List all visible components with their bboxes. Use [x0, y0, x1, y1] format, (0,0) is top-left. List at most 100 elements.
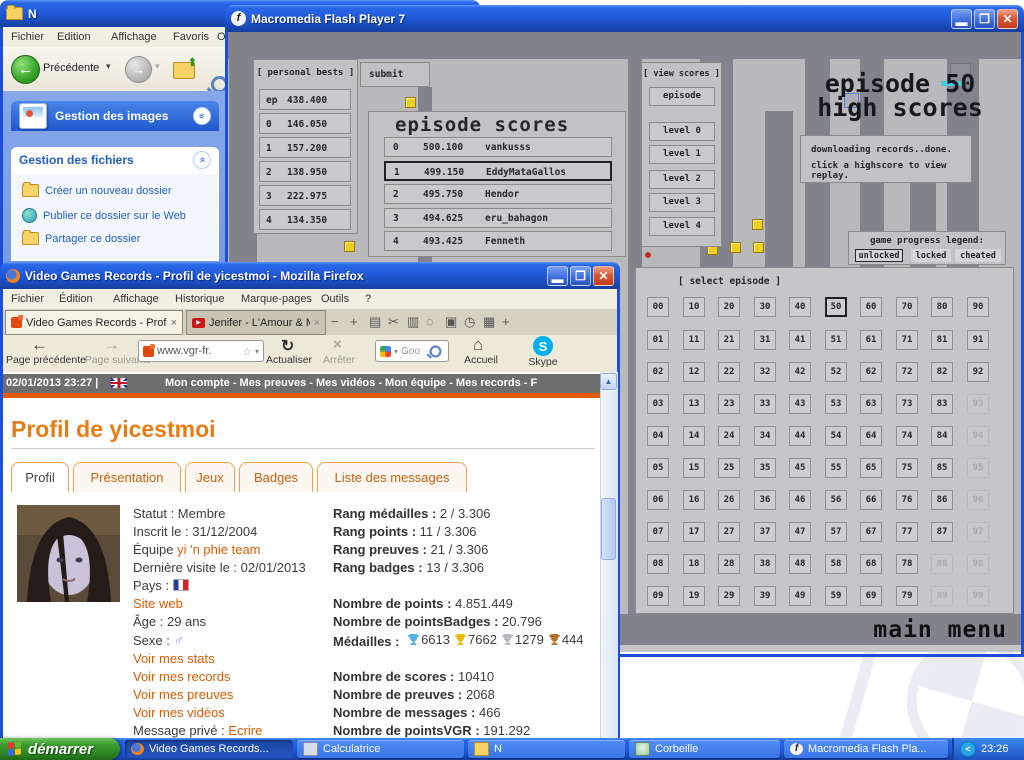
view-scores-episode[interactable]: episode [649, 87, 715, 106]
episode-cell-20[interactable]: 20 [718, 297, 740, 317]
url-bar[interactable]: www.vgr-fr. ☆ ▾ [138, 340, 264, 362]
forward-dropdown-icon[interactable]: ▾ [155, 61, 160, 72]
episode-cell-27[interactable]: 27 [718, 522, 740, 542]
episode-cell-83[interactable]: 83 [931, 394, 953, 414]
scrollbar-track[interactable] [600, 372, 618, 757]
link-ecrire[interactable]: Ecrire [228, 723, 262, 738]
tray-icon[interactable]: < [960, 741, 976, 757]
menu-marquepages[interactable]: Marque-pages [241, 293, 312, 305]
menu-historique[interactable]: Historique [175, 293, 225, 305]
episode-cell-46[interactable]: 46 [789, 490, 811, 510]
episode-cell-33[interactable]: 33 [754, 394, 776, 414]
episode-cell-52[interactable]: 52 [825, 362, 847, 382]
close-button[interactable]: ✕ [593, 266, 614, 286]
episode-cell-44[interactable]: 44 [789, 426, 811, 446]
episode-cell-91[interactable]: 91 [967, 330, 989, 350]
episode-cell-40[interactable]: 40 [789, 297, 811, 317]
menu-fichier[interactable]: Fichier [11, 293, 44, 305]
highscore-row[interactable]: 1499.150EddyMataGallos [384, 161, 612, 181]
url-text[interactable]: www.vgr-fr. [157, 345, 239, 357]
episode-cell-73[interactable]: 73 [896, 394, 918, 414]
episode-cell-62[interactable]: 62 [860, 362, 882, 382]
episode-cell-84[interactable]: 84 [931, 426, 953, 446]
episode-cell-24[interactable]: 24 [718, 426, 740, 446]
chevron-up-icon[interactable]: » [193, 151, 211, 169]
episode-cell-15[interactable]: 15 [683, 458, 705, 478]
episode-cell-79[interactable]: 79 [896, 586, 918, 606]
tab-close-icon[interactable]: × [171, 317, 177, 329]
episode-cell-76[interactable]: 76 [896, 490, 918, 510]
episode-cell-19[interactable]: 19 [683, 586, 705, 606]
profile-tab-liste-des-messages[interactable]: Liste des messages [317, 462, 467, 492]
episode-cell-55[interactable]: 55 [825, 458, 847, 478]
sidebar-task-0[interactable]: Créer un nouveau dossier [22, 184, 172, 197]
episode-cell-54[interactable]: 54 [825, 426, 847, 446]
episode-cell-63[interactable]: 63 [860, 394, 882, 414]
episode-cell-74[interactable]: 74 [896, 426, 918, 446]
episode-cell-30[interactable]: 30 [754, 297, 776, 317]
skype-icon[interactable]: S [533, 336, 553, 356]
scrollbar-thumb[interactable] [601, 498, 616, 560]
loading-icon[interactable]: ◌ [426, 314, 434, 329]
episode-cell-51[interactable]: 51 [825, 330, 847, 350]
maximize-button[interactable]: ❒ [570, 266, 591, 286]
episode-cell-82[interactable]: 82 [931, 362, 953, 382]
episode-cell-36[interactable]: 36 [754, 490, 776, 510]
link-site-web[interactable]: Site web [133, 596, 183, 611]
sidebar-task-2[interactable]: Partager ce dossier [22, 232, 140, 245]
new-window-icon[interactable]: ▣ [445, 314, 457, 330]
paste-icon[interactable]: ▤ [369, 314, 381, 330]
home-icon[interactable]: ⌂ [473, 335, 483, 355]
episode-cell-45[interactable]: 45 [789, 458, 811, 478]
copy-icon[interactable]: ▥ [407, 314, 419, 330]
home-label[interactable]: Accueil [451, 354, 511, 366]
maximize-button[interactable]: ❒ [974, 9, 995, 29]
episode-cell-32[interactable]: 32 [754, 362, 776, 382]
episode-cell-29[interactable]: 29 [718, 586, 740, 606]
episode-cell-18[interactable]: 18 [683, 554, 705, 574]
episode-cell-64[interactable]: 64 [860, 426, 882, 446]
episode-cell-37[interactable]: 37 [754, 522, 776, 542]
episode-cell-22[interactable]: 22 [718, 362, 740, 382]
episode-cell-34[interactable]: 34 [754, 426, 776, 446]
back-button-label[interactable]: Précédente [43, 62, 99, 74]
episode-cell-58[interactable]: 58 [825, 554, 847, 574]
back-button[interactable]: ← [11, 55, 40, 84]
tab-youtube[interactable]: ▶ Jenifer - L'Amour & Moi - Yo... × [186, 310, 326, 335]
profile-tab-badges[interactable]: Badges [239, 462, 313, 492]
episode-cell-86[interactable]: 86 [931, 490, 953, 510]
episode-cell-21[interactable]: 21 [718, 330, 740, 350]
episode-cell-90[interactable]: 90 [967, 297, 989, 317]
minimize-button[interactable]: ▬ [951, 9, 972, 29]
episode-cell-26[interactable]: 26 [718, 490, 740, 510]
episode-cell-80[interactable]: 80 [931, 297, 953, 317]
cut-icon[interactable]: ✂ [388, 314, 399, 330]
view-scores-level-2[interactable]: level 2 [649, 170, 715, 189]
firefox-titlebar[interactable]: Video Games Records - Profil de yicestmo… [0, 262, 620, 289]
episode-cell-28[interactable]: 28 [718, 554, 740, 574]
episode-cell-17[interactable]: 17 [683, 522, 705, 542]
minimize-button[interactable]: ▬ [547, 266, 568, 286]
uk-flag-icon[interactable] [111, 378, 127, 388]
link-voir-mes-stats[interactable]: Voir mes stats [133, 651, 215, 666]
close-button[interactable]: ✕ [997, 9, 1018, 29]
scroll-up-button[interactable]: ▲ [600, 373, 617, 390]
episode-cell-69[interactable]: 69 [860, 586, 882, 606]
episode-cell-60[interactable]: 60 [860, 297, 882, 317]
episode-cell-05[interactable]: 05 [647, 458, 669, 478]
view-scores-level-0[interactable]: level 0 [649, 122, 715, 141]
submit-button[interactable]: submit [360, 62, 430, 87]
episode-cell-57[interactable]: 57 [825, 522, 847, 542]
personal-best-row[interactable]: 0146.050 [259, 113, 351, 134]
episode-cell-75[interactable]: 75 [896, 458, 918, 478]
episode-cell-01[interactable]: 01 [647, 330, 669, 350]
sidebar-panel-images-header[interactable]: Gestion des images » [11, 101, 219, 131]
menu-favoris[interactable]: Favoris [173, 31, 209, 43]
episode-cell-12[interactable]: 12 [683, 362, 705, 382]
sidebar-task-1[interactable]: Publier ce dossier sur le Web [22, 208, 186, 223]
skype-label[interactable]: Skype [523, 356, 563, 368]
taskbar-button-n[interactable]: N [468, 740, 625, 758]
search-dropdown-icon[interactable]: ▾ [394, 347, 398, 356]
reload-icon[interactable]: ↻ [281, 336, 294, 356]
add-icon[interactable]: + [502, 314, 510, 329]
